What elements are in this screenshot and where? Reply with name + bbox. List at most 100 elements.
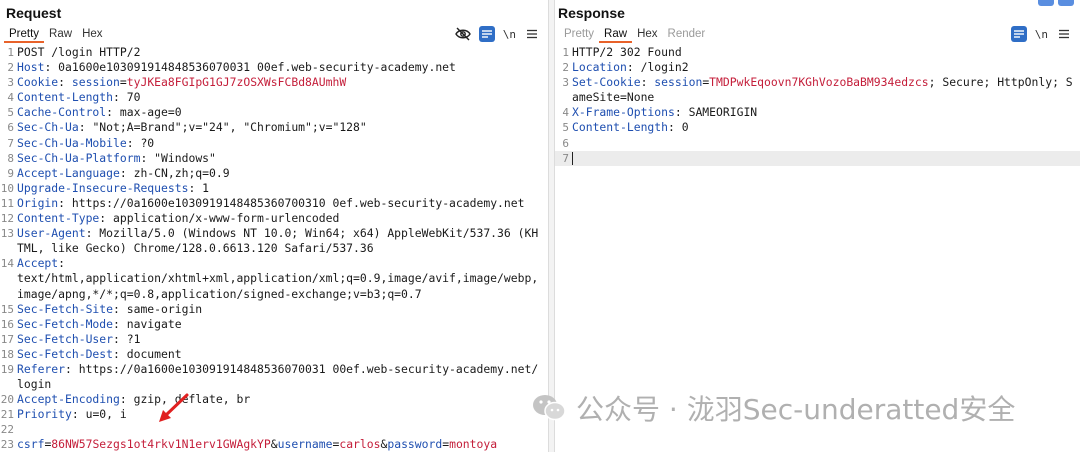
code-token: session xyxy=(71,75,120,90)
line-number: 7 xyxy=(7,136,14,150)
line-code: Accept: text/html,application/xhtml+xml,… xyxy=(17,256,548,301)
line-number: 18 xyxy=(0,347,14,361)
request-tab-hex[interactable]: Hex xyxy=(77,27,107,43)
request-line: 4 Content-Length: 70 xyxy=(0,90,548,105)
hide-eye-icon[interactable] xyxy=(454,26,471,42)
code-token: password xyxy=(387,437,443,452)
menu-icon[interactable] xyxy=(524,26,540,42)
code-token: : text/html,application/xhtml+xml,applic… xyxy=(17,256,539,301)
request-line: 7 Sec-Ch-Ua-Mobile: ?0 xyxy=(0,136,548,151)
line-code: Cookie: session=tyJKEa8FGIpG1GJ7zOSXWsFC… xyxy=(17,75,548,90)
response-tab-render[interactable]: Render xyxy=(663,27,711,43)
code-token: Accept xyxy=(17,256,59,271)
request-line: 15 Sec-Fetch-Site: same-origin xyxy=(0,302,548,317)
line-number: 13 xyxy=(0,227,14,241)
request-line: 2 Host: 0a1600e103091914848536070031 00ef… xyxy=(0,60,548,75)
response-line: 6 xyxy=(555,136,1080,151)
code-token: : u=0, i xyxy=(71,407,127,422)
line-number: 5 xyxy=(562,121,569,135)
code-token: Content-Type xyxy=(17,211,100,226)
line-code: Origin: https://0a1600e10309191484853607… xyxy=(17,196,548,211)
line-code: Sec-Ch-Ua-Platform: "Windows" xyxy=(17,151,548,166)
response-line: 1 HTTP/2 302 Found xyxy=(555,45,1080,60)
response-tab-raw[interactable]: Raw xyxy=(599,27,633,43)
text-format-icon[interactable] xyxy=(1010,26,1027,42)
line-number: 5 xyxy=(7,106,14,120)
code-token: : 0 xyxy=(668,120,689,135)
code-token: = xyxy=(119,75,127,90)
line-number: 2 xyxy=(562,61,569,75)
request-tabs: Pretty Raw Hex xyxy=(4,27,108,43)
line-number: 10 xyxy=(0,181,14,195)
code-token: Priority xyxy=(17,407,72,422)
red-arrow-annotation xyxy=(159,393,189,422)
code-token: : "Windows" xyxy=(140,150,216,165)
line-code: Sec-Ch-Ua: "Not;A=Brand";v="24", "Chromi… xyxy=(17,120,548,135)
code-token: : navigate xyxy=(113,316,182,331)
code-token: Referer xyxy=(17,361,66,376)
line-number: 23 xyxy=(0,438,14,452)
line-number: 4 xyxy=(7,91,14,105)
code-token: tyJKEa8FGIpG1GJ7zOSXWsFCBd8AUmhW xyxy=(126,75,347,90)
text-format-icon[interactable] xyxy=(478,26,495,42)
response-pane: Response Pretty Raw Hex Render \n 1 HTTP/2 3… xyxy=(555,0,1080,452)
wechat-icon xyxy=(533,395,566,421)
line-number: 6 xyxy=(7,121,14,135)
code-token: : SAMEORIGIN xyxy=(674,105,758,120)
request-tab-pretty[interactable]: Pretty xyxy=(4,27,45,43)
response-tab-pretty[interactable]: Pretty xyxy=(559,27,599,43)
line-number: 2 xyxy=(7,61,14,75)
line-number: 11 xyxy=(0,196,14,210)
newline-toggle[interactable]: \n xyxy=(1035,28,1048,41)
code-token: : /login2 xyxy=(626,60,689,75)
request-line: 1 POST /login HTTP/2 xyxy=(0,45,548,60)
code-token: Sec-Fetch-User xyxy=(17,331,114,346)
code-token: csrf xyxy=(17,437,45,452)
request-line: 11 Origin: https://0a1600e103091914848536… xyxy=(0,196,548,211)
code-token: Location xyxy=(572,60,627,75)
line-code: Host: 0a1600e103091914848536070031 00ef.… xyxy=(17,60,548,75)
response-line: 3 Set-Cookie: session=TMDPwkEqoovn7KGhVoz… xyxy=(555,75,1080,105)
request-line: 10 Upgrade-Insecure-Requests: 1 xyxy=(0,181,548,196)
code-token: Cookie xyxy=(17,75,59,90)
code-token: Set-Cookie xyxy=(572,75,641,90)
request-tab-raw[interactable]: Raw xyxy=(44,27,77,43)
request-line: 12 Content-Type: application/x-www-form-u… xyxy=(0,211,548,226)
watermark-text: 公众号 · 泷羽Sec-underatted安全 xyxy=(576,393,1016,426)
line-number: 16 xyxy=(0,317,14,331)
code-token: : ?0 xyxy=(126,135,155,150)
line-number: 9 xyxy=(7,166,14,180)
line-number: 4 xyxy=(562,106,569,120)
line-code: csrf=86NW57Sezgs1ot4rkv1N1erv1GWAgkYP&us… xyxy=(17,437,548,452)
line-code: User-Agent: Mozilla/5.0 (Windows NT 10.0… xyxy=(17,226,548,256)
code-token: HTTP/2 302 Found xyxy=(572,45,682,59)
layout-button[interactable] xyxy=(1058,0,1074,6)
code-token: : https://0a1600e1030919148485360700310 … xyxy=(58,195,525,210)
line-number: 15 xyxy=(0,302,14,316)
line-code: HTTP/2 302 Found xyxy=(572,45,1080,60)
code-token: Cache-Control xyxy=(17,105,107,120)
request-editor[interactable]: 1 POST /login HTTP/2 2 Host: 0a1600e1030919… xyxy=(0,45,548,452)
code-token: Origin xyxy=(17,195,59,210)
layout-button-alt[interactable] xyxy=(1038,0,1054,6)
request-line: 13 User-Agent: Mozilla/5.0 (Windows NT 10… xyxy=(0,226,548,256)
response-line: 7 xyxy=(555,150,1080,166)
line-number: 12 xyxy=(0,212,14,226)
code-token: : application/x-www-form-urlencoded xyxy=(99,211,340,226)
request-line: 8 Sec-Ch-Ua-Platform: "Windows" xyxy=(0,151,548,166)
response-line: 2 Location: /login2 xyxy=(555,60,1080,75)
watermark: 公众号 · 泷羽Sec-underatted安全 xyxy=(530,388,1015,428)
code-token: Sec-Ch-Ua-Mobile xyxy=(17,135,127,150)
menu-icon[interactable] xyxy=(1056,26,1072,42)
request-line: 23 csrf=86NW57Sezgs1ot4rkv1N1erv1GWAgkYP&… xyxy=(0,437,548,452)
newline-toggle[interactable]: \n xyxy=(503,28,516,41)
line-code: Upgrade-Insecure-Requests: 1 xyxy=(17,181,548,196)
code-token: Accept-Language xyxy=(17,165,120,180)
pane-divider[interactable] xyxy=(548,0,555,452)
line-code: Content-Length: 70 xyxy=(17,90,548,105)
response-tab-hex[interactable]: Hex xyxy=(632,27,662,43)
request-line: 14 Accept: text/html,application/xhtml+xm… xyxy=(0,256,548,301)
code-token: Host xyxy=(17,60,45,75)
code-token: Sec-Ch-Ua xyxy=(17,120,79,135)
line-code: Accept-Language: zh-CN,zh;q=0.9 xyxy=(17,166,548,181)
